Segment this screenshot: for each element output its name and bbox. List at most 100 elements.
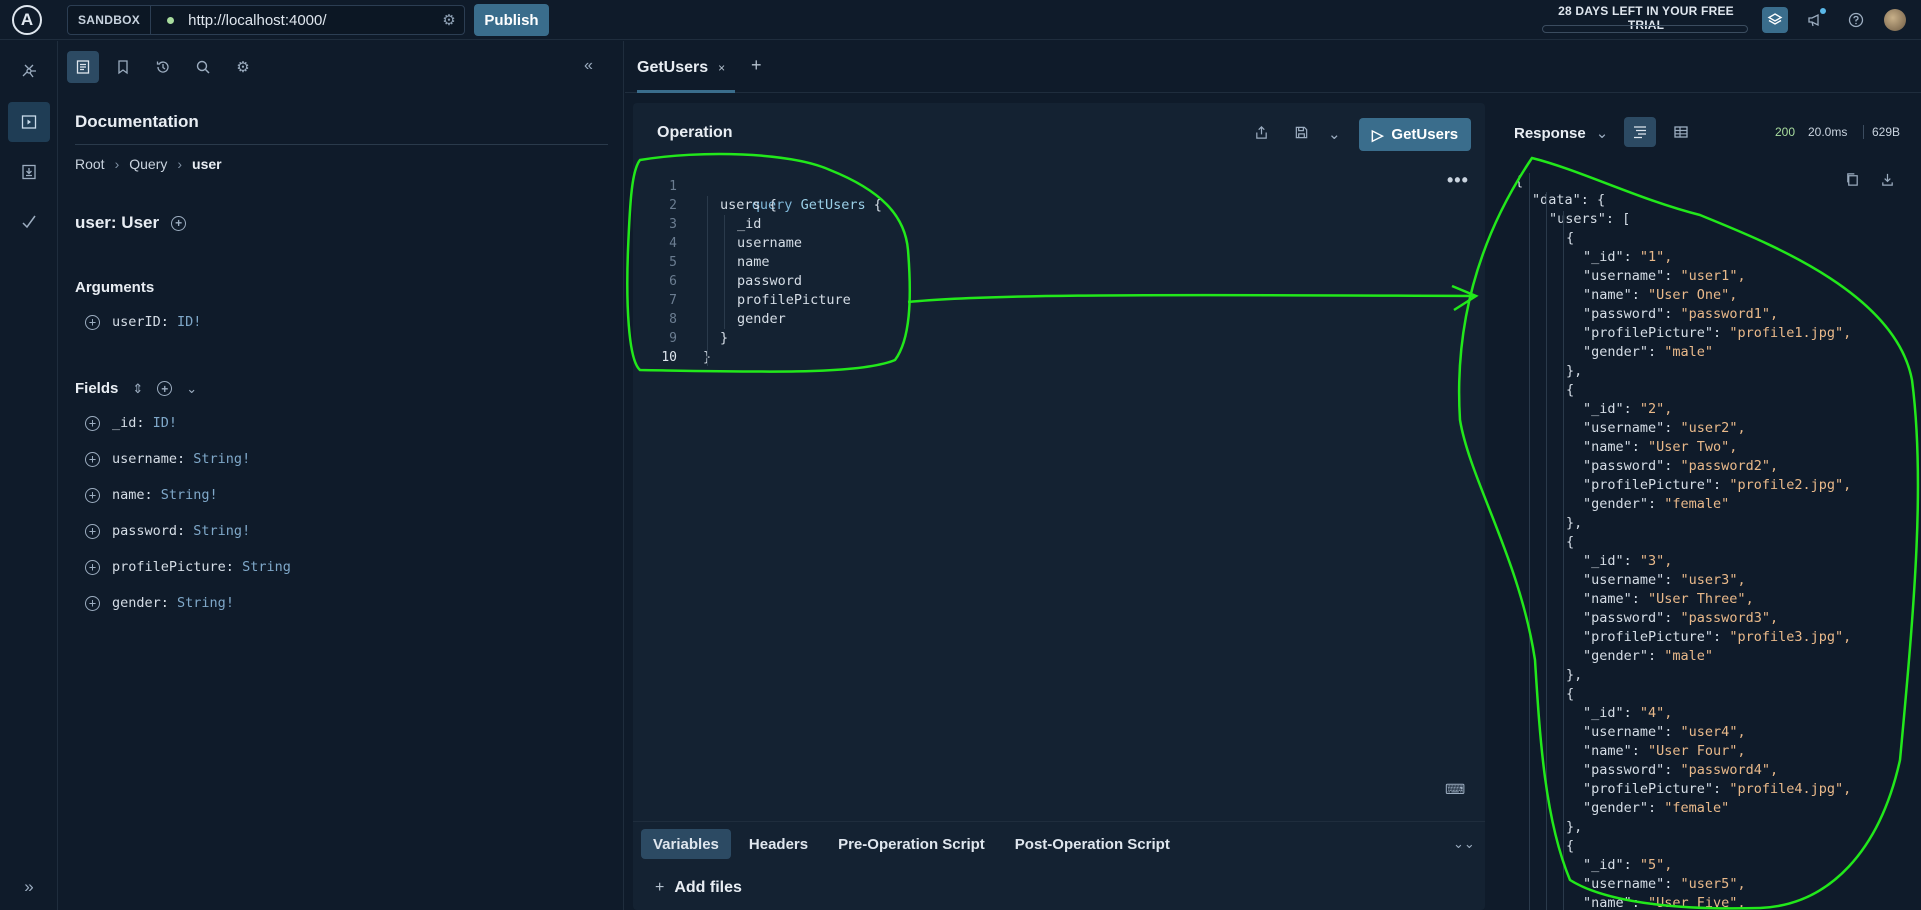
json-line: "username": "user4", (1583, 723, 1746, 742)
add-field-icon[interactable]: + (85, 595, 100, 611)
field-type[interactable]: String! (193, 523, 250, 539)
bookmark-icon[interactable] (107, 51, 139, 83)
response-header: Response ⌄ 200 20.0ms 629B (1505, 103, 1921, 163)
json-line: "password": "password4", (1583, 761, 1778, 780)
add-field-icon[interactable]: + (85, 415, 100, 431)
history-icon[interactable] (147, 51, 179, 83)
chevron-right-icon: › (177, 156, 183, 172)
operation-panel: Operation ⌄ ▷ GetUsers 1 2 3 4 5 6 7 8 9… (633, 103, 1485, 910)
schema-icon[interactable] (8, 152, 50, 192)
operation-tabs: GetUsers × + (625, 41, 1921, 93)
copy-icon[interactable] (1845, 172, 1860, 192)
field-type[interactable]: String (242, 559, 291, 575)
indent-guide (724, 215, 725, 329)
json-key: "password": (1583, 458, 1681, 474)
add-files-button[interactable]: + Add files (655, 879, 742, 897)
collapse-panel-icon[interactable]: « (584, 57, 593, 75)
json-key: "_id": (1583, 705, 1640, 721)
checks-icon[interactable] (8, 202, 50, 242)
argument-row[interactable]: + userID: ID! (85, 314, 201, 330)
json-key: "_id": (1583, 553, 1640, 569)
response-body[interactable]: {"data": {"users": [{"_id": "1", "usernam… (1505, 163, 1921, 910)
connection-settings-gear-icon[interactable]: ⚙ (434, 11, 464, 29)
field-type[interactable]: ID! (153, 415, 177, 431)
field-row[interactable]: + gender: String! (85, 595, 234, 611)
json-line: "_id": "5", (1583, 856, 1672, 875)
response-title: Response (1514, 124, 1586, 142)
add-all-fields-icon[interactable]: + (157, 381, 173, 396)
tab-pre-operation-script[interactable]: Pre-Operation Script (826, 829, 997, 859)
json-value: "password3", (1680, 610, 1779, 626)
json-view-icon[interactable] (1624, 117, 1656, 147)
response-selector[interactable]: Response ⌄ (1514, 124, 1608, 143)
field-row[interactable]: + profilePicture: String (85, 559, 291, 575)
endpoint-url-input[interactable]: http://localhost:4000/ (188, 12, 434, 29)
field-row[interactable]: + password: String! (85, 523, 250, 539)
json-line: { (1566, 229, 1574, 248)
json-key: "password": (1583, 610, 1681, 626)
more-options-icon[interactable]: ••• (1447, 170, 1469, 191)
add-field-icon[interactable]: + (85, 559, 100, 575)
layers-icon[interactable] (1762, 7, 1788, 33)
line-number-active: 10 (661, 350, 677, 365)
field-row[interactable]: + username: String! (85, 451, 250, 467)
chevron-down-icon[interactable]: ⌄ (1328, 125, 1341, 143)
tab-post-operation-script[interactable]: Post-Operation Script (1003, 829, 1182, 859)
expand-panel-icon[interactable]: ⌄⌄ (1453, 836, 1475, 852)
json-line: "password": "password2", (1583, 457, 1778, 476)
code-line: username (737, 235, 803, 251)
add-field-icon[interactable]: + (85, 487, 100, 503)
add-field-icon[interactable]: + (85, 523, 100, 539)
json-key: { (1566, 230, 1575, 246)
graph-icon[interactable] (8, 51, 50, 91)
json-key: "gender": (1583, 496, 1665, 512)
keyboard-icon[interactable]: ⌨ (1445, 781, 1465, 798)
field-type[interactable]: String! (177, 595, 234, 611)
apollo-logo[interactable]: A (12, 5, 42, 35)
documentation-icon[interactable] (67, 51, 99, 83)
save-icon[interactable] (1294, 125, 1309, 144)
add-tab-icon[interactable]: + (751, 55, 762, 76)
tab-variables[interactable]: Variables (641, 829, 731, 859)
add-field-icon[interactable]: + (85, 451, 100, 467)
breadcrumb-root[interactable]: Root (75, 156, 105, 172)
add-argument-icon[interactable]: + (85, 314, 100, 330)
download-icon[interactable] (1880, 172, 1895, 192)
explorer-icon[interactable] (8, 102, 50, 142)
json-value: "profile4.jpg", (1729, 781, 1852, 797)
expand-sidebar-icon[interactable]: » (8, 867, 50, 907)
json-line: "profilePicture": "profile3.jpg", (1583, 628, 1851, 647)
user-avatar[interactable] (1884, 9, 1906, 31)
divider (633, 821, 1485, 822)
search-icon[interactable] (187, 51, 219, 83)
breadcrumb-query[interactable]: Query (129, 156, 167, 172)
json-key: "_id": (1583, 249, 1640, 265)
close-tab-icon[interactable]: × (718, 61, 725, 75)
indent-guide (1546, 192, 1547, 910)
share-icon[interactable] (1254, 125, 1269, 144)
json-value: "profile1.jpg", (1729, 325, 1852, 341)
run-operation-button[interactable]: ▷ GetUsers (1359, 118, 1471, 151)
field-type[interactable]: String! (193, 451, 250, 467)
code-line: password (737, 273, 803, 289)
table-view-icon[interactable] (1665, 117, 1697, 147)
chevron-down-icon[interactable]: ⌄ (186, 381, 197, 397)
code-line: users { (720, 197, 777, 213)
endpoint-bar[interactable]: SANDBOX http://localhost:4000/ ⚙ (67, 5, 465, 35)
megaphone-icon[interactable] (1802, 7, 1828, 33)
tab-headers[interactable]: Headers (737, 829, 820, 859)
operation-editor[interactable]: 1 2 3 4 5 6 7 8 9 10 query GetUsers { us… (633, 165, 1485, 725)
argument-type[interactable]: ID! (177, 314, 201, 330)
json-line: }, (1566, 362, 1582, 381)
field-type[interactable]: String! (161, 487, 218, 503)
tab-getusers[interactable]: GetUsers × (637, 59, 725, 77)
help-icon[interactable] (1843, 7, 1869, 33)
add-field-icon[interactable]: + (171, 215, 187, 231)
field-row[interactable]: + _id: ID! (85, 415, 177, 431)
json-line: { (1515, 172, 1523, 191)
settings-gear-icon[interactable]: ⚙ (227, 51, 259, 83)
json-key: "gender": (1583, 344, 1665, 360)
publish-button[interactable]: Publish (474, 4, 549, 36)
sort-icon[interactable]: ⇕ (132, 381, 143, 397)
field-row[interactable]: + name: String! (85, 487, 218, 503)
